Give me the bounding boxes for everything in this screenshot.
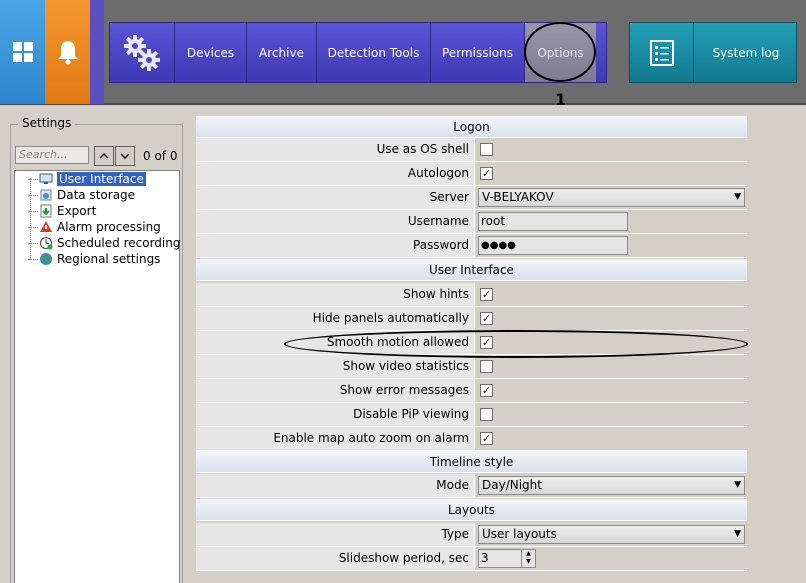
row-slideshow-period: Slideshow period, sec 3 ▲ ▼ [196, 547, 747, 571]
mode-value: Day/Night [482, 478, 542, 492]
dropdown-arrow-icon: ▼ [734, 480, 741, 490]
panel-strip [90, 0, 104, 104]
alarms-tile[interactable] [45, 0, 90, 104]
mode-dropdown[interactable]: Day/Night ▼ [478, 476, 745, 495]
map-auto-zoom-checkbox[interactable]: ✓ [480, 432, 493, 445]
row-map-auto-zoom: Enable map auto zoom on alarm ✓ [196, 427, 747, 451]
row-use-as-os-shell: Use as OS shell [196, 138, 747, 162]
prop-label: Show video statistics [196, 355, 475, 378]
prop-label: Type [196, 523, 475, 546]
row-show-video-statistics: Show video statistics [196, 355, 747, 379]
password-input[interactable]: ●●●● [478, 236, 628, 255]
username-input[interactable]: root [478, 212, 628, 231]
row-layout-type: Type User layouts ▼ [196, 523, 747, 547]
system-log-label: System log [712, 45, 780, 60]
row-show-error-messages: Show error messages ✓ [196, 379, 747, 403]
tree-item-scheduled-recording[interactable]: Scheduled recording [28, 235, 180, 251]
layout-type-value: User layouts [482, 527, 557, 541]
log-icon [630, 23, 694, 82]
hide-panels-checkbox[interactable]: ✓ [480, 312, 493, 325]
prop-label: Autologon [196, 162, 475, 185]
windows-tile[interactable] [0, 0, 45, 104]
nav-detection-tools[interactable]: Detection Tools [316, 23, 430, 82]
dropdown-arrow-icon: ▼ [734, 529, 741, 539]
nav-permissions[interactable]: Permissions [430, 23, 524, 82]
spinner-arrows[interactable]: ▲ ▼ [521, 550, 535, 567]
storage-icon [40, 189, 52, 201]
export-icon [40, 204, 52, 218]
alarm-icon [40, 221, 52, 232]
globe-icon [40, 253, 52, 265]
prop-label: Mode [196, 474, 475, 497]
row-autologon: Autologon ✓ [196, 162, 747, 186]
row-mode: Mode Day/Night ▼ [196, 474, 747, 498]
prop-label: Slideshow period, sec [196, 547, 475, 570]
options-highlight-oval [524, 22, 596, 82]
gears-icon [124, 34, 160, 71]
search-prev-button[interactable] [94, 146, 114, 166]
prop-label: Server [196, 186, 475, 209]
tree-item-data-storage[interactable]: Data storage [28, 187, 135, 203]
prop-label: Enable map auto zoom on alarm [196, 427, 475, 450]
tree-item-regional-settings[interactable]: Regional settings [28, 251, 160, 267]
clock-icon [40, 237, 53, 250]
prop-label: Hide panels automatically [196, 307, 475, 330]
section-layouts: Layouts [196, 499, 747, 521]
row-username: Username root [196, 210, 747, 234]
show-hints-checkbox[interactable]: ✓ [480, 288, 493, 301]
dropdown-arrow-icon: ▼ [734, 192, 741, 202]
prop-label: Username [196, 210, 475, 233]
bell-icon [57, 41, 78, 65]
top-toolbar: Devices Archive Detection Tools Permissi… [0, 0, 806, 105]
slideshow-period-spinner[interactable]: 3 ▲ ▼ [478, 549, 536, 568]
prop-label: Password [196, 234, 475, 257]
tree-item-user-interface[interactable]: User Interface [28, 171, 146, 187]
use-as-os-shell-checkbox[interactable] [480, 143, 493, 156]
layout-type-dropdown[interactable]: User layouts ▼ [478, 525, 745, 544]
tree-item-export[interactable]: Export [28, 203, 96, 219]
show-video-statistics-checkbox[interactable] [480, 360, 493, 373]
row-server: Server V-BELYAKOV ▼ [196, 186, 747, 210]
nav-devices[interactable]: Devices [174, 23, 246, 82]
prop-label: Use as OS shell [196, 138, 475, 161]
server-dropdown[interactable]: V-BELYAKOV ▼ [478, 188, 745, 207]
autologon-checkbox[interactable]: ✓ [480, 167, 493, 180]
tree-item-alarm-processing[interactable]: Alarm processing [28, 219, 161, 235]
prop-label: Show error messages [196, 379, 475, 402]
settings-title: Settings [18, 116, 76, 130]
disable-pip-checkbox[interactable] [480, 408, 493, 421]
settings-search-input[interactable]: Search... [15, 146, 89, 164]
slideshow-period-value: 3 [481, 551, 489, 565]
monitor-icon [39, 173, 53, 184]
row-show-hints: Show hints ✓ [196, 283, 747, 307]
nav-archive[interactable]: Archive [246, 23, 316, 82]
chevron-down-icon [120, 153, 130, 160]
section-user-interface: User Interface [196, 259, 747, 281]
row-password: Password ●●●● [196, 234, 747, 258]
windows-icon [12, 42, 33, 62]
search-result-count: 0 of 0 [143, 149, 178, 163]
row-disable-pip: Disable PiP viewing [196, 403, 747, 427]
row-hide-panels: Hide panels automatically ✓ [196, 307, 747, 331]
show-error-messages-checkbox[interactable]: ✓ [480, 384, 493, 397]
section-timeline-style: Timeline style [196, 451, 747, 473]
prop-label: Disable PiP viewing [196, 403, 475, 426]
callout-1: 1 [555, 90, 567, 109]
search-next-button[interactable] [115, 146, 135, 166]
settings-gears-button[interactable] [110, 23, 174, 82]
prop-label: Show hints [196, 283, 475, 306]
system-log-button[interactable]: System log [629, 22, 797, 83]
smooth-motion-highlight-oval [284, 330, 748, 358]
section-logon: Logon [196, 116, 747, 138]
chevron-up-icon [99, 152, 109, 159]
server-value: V-BELYAKOV [482, 190, 554, 204]
